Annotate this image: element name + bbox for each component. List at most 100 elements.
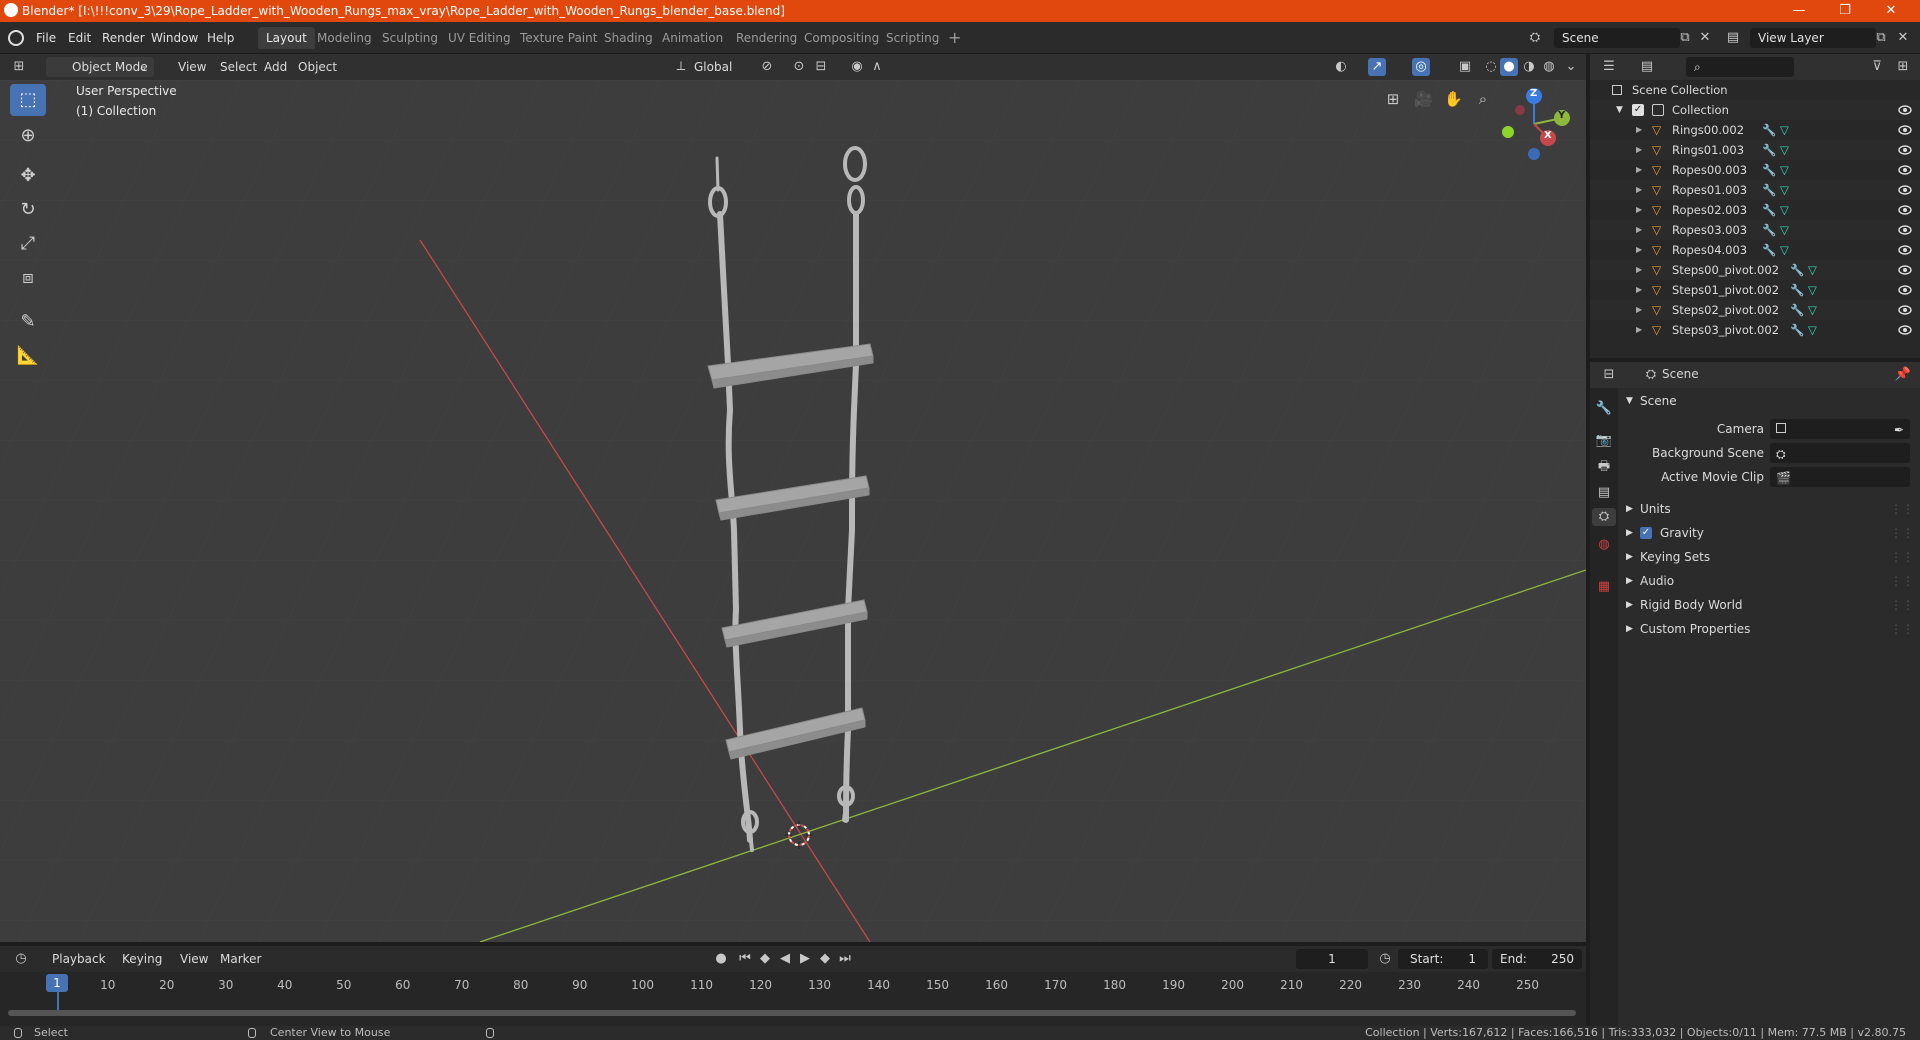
scene-panel-header[interactable]: ▼ Scene [1618, 390, 1920, 412]
mesh-data-icon[interactable]: ▽ [1780, 200, 1789, 220]
falloff-icon[interactable]: ∧ [868, 58, 886, 76]
eye-icon[interactable] [1898, 105, 1912, 115]
rotate-tool[interactable]: ↻ [10, 194, 46, 226]
select-box-tool[interactable]: ⬚ [10, 84, 46, 116]
play-icon[interactable]: ▶ [796, 950, 814, 968]
mesh-data-icon[interactable]: ▽ [1808, 300, 1817, 320]
expand-arrow-icon[interactable]: ▶ [1636, 200, 1642, 220]
camera-view-icon[interactable]: 🎥 [1414, 90, 1433, 108]
display-mode-icon[interactable]: ▤ [1638, 58, 1656, 76]
expand-arrow-icon[interactable]: ▶ [1636, 240, 1642, 260]
record-icon[interactable]: ● [712, 950, 730, 968]
playhead[interactable]: 1 [46, 974, 68, 992]
expand-arrow-icon[interactable]: ▶ [1636, 300, 1642, 320]
play-reverse-icon[interactable]: ◀ [776, 950, 794, 968]
timeline-view-menu[interactable]: View [174, 949, 214, 969]
outliner-search-input[interactable]: ⌕ [1686, 57, 1794, 77]
outliner-item[interactable]: ▶ ▽ Ropes01.003 🔧 ▽ [1590, 180, 1920, 200]
maximize-button[interactable]: ❐ [1822, 0, 1868, 22]
properties-editor-icon[interactable]: ⊟ [1600, 366, 1618, 384]
scene-collection-row[interactable]: Scene Collection [1590, 80, 1920, 100]
viewport-scene[interactable] [0, 80, 1586, 942]
world-tab-icon[interactable]: ◍ [1595, 536, 1613, 554]
mesh-data-icon[interactable]: ▽ [1780, 160, 1789, 180]
camera-field[interactable]: ✒ [1770, 419, 1910, 439]
end-frame-field[interactable]: End: 250 [1492, 949, 1582, 969]
grid-view-icon[interactable]: ⊞ [1384, 90, 1402, 108]
stopwatch-icon[interactable]: ◷ [1376, 950, 1394, 968]
menu-render[interactable]: Render [96, 28, 151, 48]
timeline-area[interactable]: 10 20 30 40 50 60 70 80 90 100 110 120 130 140 150 160 1… [0, 972, 1586, 1026]
eye-icon[interactable] [1898, 225, 1912, 235]
mesh-data-icon[interactable]: ▽ [1780, 220, 1789, 240]
expand-arrow-icon[interactable]: ▶ [1636, 160, 1642, 180]
modifier-wrench-icon[interactable]: 🔧 [1762, 180, 1776, 200]
expand-arrow-icon[interactable]: ▶ [1636, 220, 1642, 240]
tab-rendering[interactable]: Rendering [728, 27, 805, 49]
next-keyframe-icon[interactable]: ◆ [816, 950, 834, 968]
menu-help[interactable]: Help [201, 28, 240, 48]
visibility-icon[interactable]: ◐ [1332, 58, 1350, 76]
menu-object[interactable]: Object [292, 57, 343, 77]
delete-view-layer-icon[interactable]: ✕ [1894, 29, 1912, 47]
outliner[interactable]: Scene Collection ▼ ✓ Collection ▶ ▽ Rings0… [1590, 80, 1920, 358]
tab-sculpting[interactable]: Sculpting [374, 27, 446, 49]
eye-icon[interactable] [1898, 325, 1912, 335]
tab-shading[interactable]: Shading [596, 27, 661, 49]
scene-tab-icon[interactable]: ⛭ [1592, 508, 1616, 526]
mode-dropdown[interactable]: Object Mode ⌄ [46, 57, 154, 77]
3d-viewport[interactable]: Z Y X User Perspective (1) Collection ⊞ … [0, 80, 1586, 942]
expand-arrow-icon[interactable]: ▶ [1636, 280, 1642, 300]
close-button[interactable]: ✕ [1868, 0, 1914, 22]
output-tab-icon[interactable]: 🖶 [1595, 458, 1613, 476]
add-workspace-icon[interactable]: + [940, 27, 969, 49]
drag-handle-icon[interactable]: ⋮⋮ [1890, 618, 1914, 640]
mesh-data-icon[interactable]: ▽ [1808, 260, 1817, 280]
panel-section[interactable]: ▶ Keying Sets ⋮⋮ [1618, 546, 1920, 568]
modifier-wrench-icon[interactable]: 🔧 [1762, 140, 1776, 160]
modifier-wrench-icon[interactable]: 🔧 [1762, 160, 1776, 180]
new-scene-icon[interactable]: ⧉ [1676, 29, 1694, 47]
drag-handle-icon[interactable]: ⋮⋮ [1890, 546, 1914, 568]
annotate-tool[interactable]: ✎ [10, 306, 46, 338]
outliner-item[interactable]: ▶ ▽ Ropes03.003 🔧 ▽ [1590, 220, 1920, 240]
mesh-data-icon[interactable]: ▽ [1780, 180, 1789, 200]
mesh-data-icon[interactable]: ▽ [1780, 140, 1789, 160]
panel-section[interactable]: ▶ ✓ Gravity ⋮⋮ [1618, 522, 1920, 544]
collection-row[interactable]: ▼ ✓ Collection [1590, 100, 1920, 120]
tab-animation[interactable]: Animation [654, 27, 731, 49]
orientation-dropdown[interactable]: Global [688, 57, 738, 77]
modifier-wrench-icon[interactable]: 🔧 [1762, 200, 1776, 220]
outliner-item[interactable]: ▶ ▽ Steps01_pivot.002 🔧 ▽ [1590, 280, 1920, 300]
wireframe-shading-icon[interactable]: ◌ [1482, 58, 1500, 76]
outliner-item[interactable]: ▶ ▽ Rings01.003 🔧 ▽ [1590, 140, 1920, 160]
outliner-item[interactable]: ▶ ▽ Steps03_pivot.002 🔧 ▽ [1590, 320, 1920, 340]
modifier-wrench-icon[interactable]: 🔧 [1762, 220, 1776, 240]
solid-shading-icon[interactable]: ● [1500, 58, 1518, 76]
start-frame-field[interactable]: Start: 1 [1398, 949, 1488, 969]
keying-menu[interactable]: Keying [116, 949, 168, 969]
shading-options-icon[interactable]: ⌄ [1562, 58, 1580, 76]
snap-icon[interactable]: ⊙ [790, 58, 808, 76]
rendered-shading-icon[interactable]: ◍ [1540, 58, 1558, 76]
drag-handle-icon[interactable]: ⋮⋮ [1890, 498, 1914, 520]
background-scene-field[interactable]: ⛭ [1770, 443, 1910, 463]
outliner-item[interactable]: ▶ ▽ Ropes04.003 🔧 ▽ [1590, 240, 1920, 260]
new-collection-icon[interactable]: ⊞ [1894, 58, 1912, 76]
modifier-wrench-icon[interactable]: 🔧 [1790, 280, 1804, 300]
pivot-icon[interactable]: ⊘ [758, 58, 776, 76]
drag-handle-icon[interactable]: ⋮⋮ [1890, 522, 1914, 544]
frame-ruler[interactable]: 10 20 30 40 50 60 70 80 90 100 110 120 130 140 150 160 1… [0, 972, 1586, 994]
zoom-icon[interactable]: ⌕ [1474, 90, 1492, 108]
minimize-button[interactable]: — [1776, 0, 1822, 22]
outliner-item[interactable]: ▶ ▽ Steps02_pivot.002 🔧 ▽ [1590, 300, 1920, 320]
modifier-wrench-icon[interactable]: 🔧 [1762, 240, 1776, 260]
expand-arrow-icon[interactable]: ▶ [1636, 140, 1642, 160]
eye-icon[interactable] [1898, 165, 1912, 175]
panel-section[interactable]: ▶ Units ⋮⋮ [1618, 498, 1920, 520]
jump-end-icon[interactable]: ⏭ [836, 950, 854, 968]
texture-tab-icon[interactable]: ▦ [1595, 578, 1613, 596]
tab-uv-editing[interactable]: UV Editing [440, 27, 519, 49]
filter-icon[interactable]: ⊽ [1868, 58, 1886, 76]
mesh-data-icon[interactable]: ▽ [1808, 320, 1817, 340]
